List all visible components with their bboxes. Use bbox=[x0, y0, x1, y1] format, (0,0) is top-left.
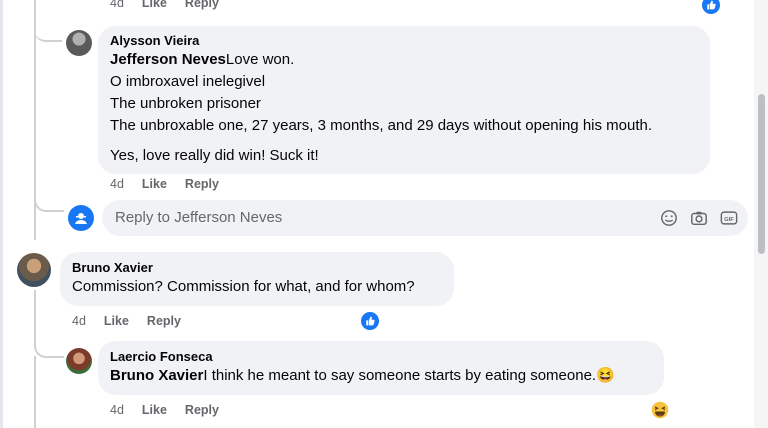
comment-bubble: Alysson Vieira Jefferson NevesLove won. … bbox=[98, 26, 710, 174]
thread-line bbox=[34, 356, 36, 428]
reply-input[interactable]: Reply to Jefferson Neves GIF bbox=[102, 200, 748, 236]
scrollbar-thumb[interactable] bbox=[758, 94, 765, 254]
comment-text-line: The unbroken prisoner bbox=[110, 95, 261, 112]
svg-text:GIF: GIF bbox=[724, 217, 734, 223]
mention-link[interactable]: Bruno Xavier bbox=[110, 367, 203, 384]
emoji-laughing-icon: 😆 bbox=[596, 367, 615, 384]
comment-actions: 4d Like Reply bbox=[110, 177, 237, 191]
page-edge bbox=[0, 0, 3, 428]
comment-bubble: Bruno Xavier Commission? Commission for … bbox=[60, 252, 454, 306]
comment-time[interactable]: 4d bbox=[110, 177, 124, 191]
reply-button[interactable]: Reply bbox=[185, 0, 219, 10]
comment-bubble: Laercio Fonseca Bruno XavierI think he m… bbox=[98, 341, 664, 395]
avatar[interactable] bbox=[66, 30, 92, 56]
like-button[interactable]: Like bbox=[142, 177, 167, 191]
comment-author[interactable]: Alysson Vieira bbox=[110, 33, 698, 49]
mention-link[interactable]: Jefferson Neves bbox=[110, 51, 226, 68]
comment-actions: 4d Like Reply bbox=[110, 403, 237, 417]
thread-connector bbox=[34, 190, 64, 212]
reply-placeholder: Reply to Jefferson Neves bbox=[115, 209, 283, 226]
user-avatar-icon[interactable] bbox=[68, 205, 94, 231]
comment-time[interactable]: 4d bbox=[110, 403, 124, 417]
reply-button[interactable]: Reply bbox=[185, 177, 219, 191]
like-reaction-icon[interactable] bbox=[359, 310, 381, 332]
avatar[interactable] bbox=[17, 253, 51, 287]
like-button[interactable]: Like bbox=[142, 0, 167, 10]
comment-author[interactable]: Bruno Xavier bbox=[72, 260, 442, 276]
comment-actions: 4d Like Reply bbox=[72, 314, 199, 328]
thread-connector bbox=[34, 20, 62, 42]
camera-icon[interactable] bbox=[690, 209, 708, 227]
reply-button[interactable]: Reply bbox=[185, 403, 219, 417]
like-button[interactable]: Like bbox=[142, 403, 167, 417]
like-button[interactable]: Like bbox=[104, 314, 129, 328]
comment-text-line: The unbroxable one, 27 years, 3 months, … bbox=[110, 117, 653, 134]
thread-line bbox=[34, 290, 36, 330]
gif-icon[interactable]: GIF bbox=[720, 209, 738, 227]
haha-reaction-icon[interactable] bbox=[650, 400, 670, 420]
comment-text-line: O imbroxavel inelegivel bbox=[110, 73, 266, 90]
comment-text-line: Yes, love really did win! Suck it! bbox=[110, 147, 319, 164]
comment-text: Commission? Commission for what, and for… bbox=[72, 278, 415, 295]
comment-author[interactable]: Laercio Fonseca bbox=[110, 349, 652, 365]
comment-text-line: Jefferson NevesLove won. bbox=[110, 51, 295, 68]
comment-actions: 4d Like Reply bbox=[110, 0, 237, 10]
reply-button[interactable]: Reply bbox=[147, 314, 181, 328]
thread-connector bbox=[34, 328, 64, 358]
emoji-icon[interactable] bbox=[660, 209, 678, 227]
comment-time[interactable]: 4d bbox=[110, 0, 124, 10]
comment-time[interactable]: 4d bbox=[72, 314, 86, 328]
comment-text: Bruno XavierI think he meant to say some… bbox=[110, 367, 615, 384]
like-reaction-icon[interactable] bbox=[700, 0, 722, 16]
avatar[interactable] bbox=[66, 348, 92, 374]
